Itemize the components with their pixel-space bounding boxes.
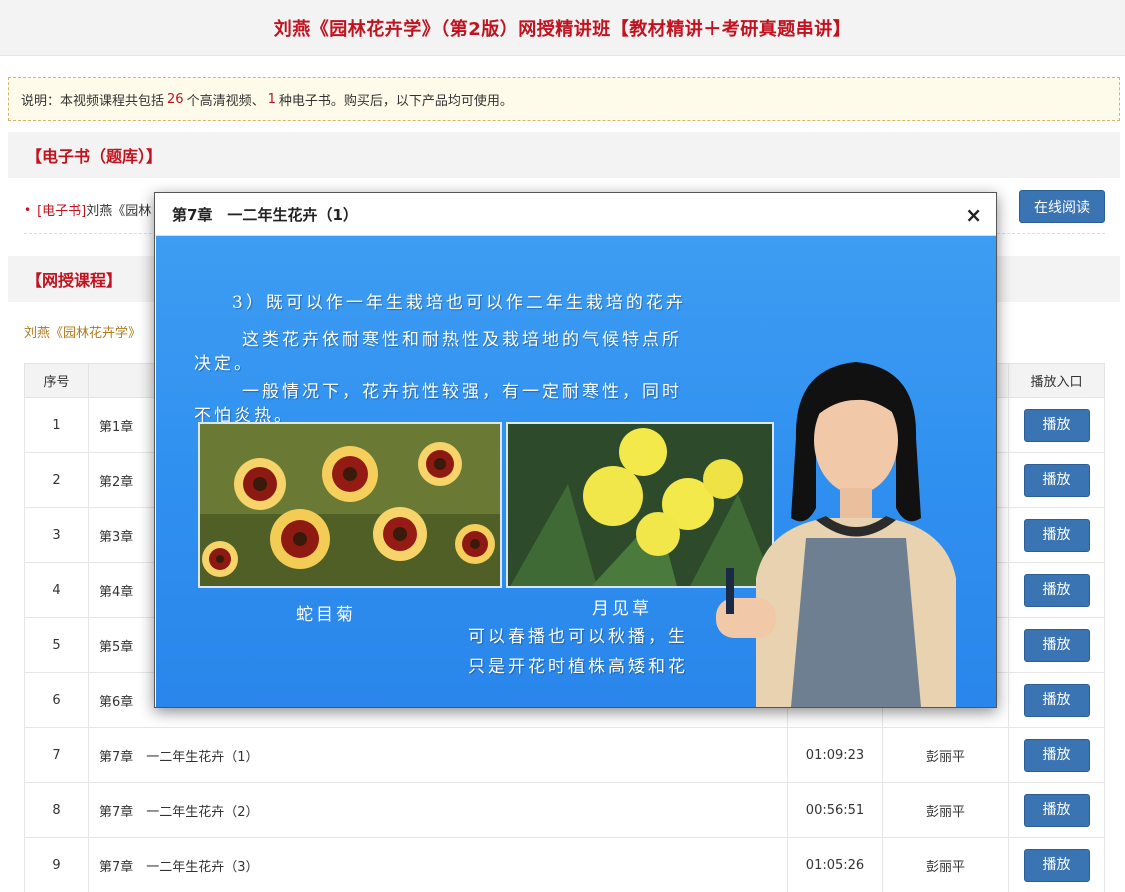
page-title: 刘燕《园林花卉学》（第2版）网授精讲班【教材精讲＋考研真题串讲】: [273, 18, 852, 40]
ebook-count: 1: [267, 91, 276, 107]
row-duration: 01:05:26: [787, 837, 883, 892]
slide-line-7: 只是开花时植株高矮和花: [468, 657, 688, 677]
row-duration: 01:09:23: [787, 727, 883, 783]
caption-left: 蛇目菊: [296, 605, 356, 625]
slide-line-6: 可以春播也可以秋播，生: [468, 627, 688, 647]
close-icon[interactable]: ×: [965, 203, 982, 227]
table-row: 8 第7章 一二年生花卉（2） 00:56:51 彭丽平 播放: [24, 782, 1105, 838]
read-online-button[interactable]: 在线阅读: [1019, 190, 1105, 223]
notice-box: 说明：本视频课程共包括 26 个高清视频、 1 种电子书。购买后，以下产品均可使…: [8, 77, 1120, 121]
row-teacher: 彭丽平: [882, 727, 1009, 783]
course-heading-text: 【网授课程】: [26, 271, 123, 290]
play-button[interactable]: 播放: [1023, 848, 1090, 882]
row-play-cell: 播放: [1008, 782, 1105, 838]
row-play-cell: 播放: [1008, 562, 1105, 618]
play-button[interactable]: 播放: [1023, 793, 1090, 827]
row-duration: 00:56:51: [787, 782, 883, 838]
row-play-cell: 播放: [1008, 837, 1105, 892]
row-num: 4: [24, 562, 89, 618]
row-num: 8: [24, 782, 89, 838]
presenter-figure: [716, 362, 956, 707]
row-num: 7: [24, 727, 89, 783]
row-play-cell: 播放: [1008, 507, 1105, 563]
row-num: 1: [24, 397, 89, 453]
play-button[interactable]: 播放: [1023, 408, 1090, 442]
row-num: 2: [24, 452, 89, 508]
coreopsis-image: [200, 424, 500, 586]
slide-line-2: 这类花卉依耐寒性和耐热性及栽培地的气候特点所: [242, 330, 682, 350]
row-play-cell: 播放: [1008, 452, 1105, 508]
slide-line-4: 一般情况下，花卉抗性较强，有一定耐寒性，同时: [242, 382, 682, 402]
row-teacher: 彭丽平: [882, 837, 1009, 892]
slide-line-3: 决定。: [194, 354, 254, 374]
play-button[interactable]: 播放: [1023, 738, 1090, 772]
play-button[interactable]: 播放: [1023, 463, 1090, 497]
ebook-section-heading: 【电子书（题库）】: [8, 132, 1120, 178]
row-num: 9: [24, 837, 89, 892]
header-play: 播放入口: [1008, 363, 1105, 398]
video-modal: 第7章 一二年生花卉（1） × 3）既可以作一年生栽培也可以作二年生栽培的花卉 …: [154, 192, 997, 708]
row-num: 3: [24, 507, 89, 563]
page-header: 刘燕《园林花卉学》（第2版）网授精讲班【教材精讲＋考研真题串讲】: [0, 0, 1125, 56]
photo-coreopsis: [198, 422, 502, 588]
ebook-name[interactable]: 刘燕《园林: [86, 200, 151, 219]
notice-prefix: 说明：本视频课程共包括: [21, 93, 165, 109]
row-num: 5: [24, 617, 89, 673]
row-title: 第7章 一二年生花卉（3）: [88, 837, 788, 892]
course-subtitle[interactable]: 刘燕《园林花卉学》: [24, 322, 141, 341]
modal-header: 第7章 一二年生花卉（1）: [155, 193, 996, 236]
slide-line-1: 3）既可以作一年生栽培也可以作二年生栽培的花卉: [232, 293, 686, 313]
row-play-cell: 播放: [1008, 727, 1105, 783]
row-title: 第7章 一二年生花卉（2）: [88, 782, 788, 838]
row-num: 6: [24, 672, 89, 728]
row-title: 第7章 一二年生花卉（1）: [88, 727, 788, 783]
ebook-heading-text: 【电子书（题库）】: [26, 147, 163, 166]
ebook-tag[interactable]: [电子书]: [37, 200, 86, 219]
table-row: 7 第7章 一二年生花卉（1） 01:09:23 彭丽平 播放: [24, 727, 1105, 783]
notice-suffix: 种电子书。购买后，以下产品均可使用。: [278, 93, 513, 109]
notice-mid: 个高清视频、: [186, 93, 265, 109]
play-button[interactable]: 播放: [1023, 628, 1090, 662]
row-play-cell: 播放: [1008, 672, 1105, 728]
play-button[interactable]: 播放: [1023, 573, 1090, 607]
row-play-cell: 播放: [1008, 617, 1105, 673]
row-play-cell: 播放: [1008, 397, 1105, 453]
header-num: 序号: [24, 363, 89, 398]
video-count: 26: [167, 91, 184, 107]
row-teacher: 彭丽平: [882, 782, 1009, 838]
table-row: 9 第7章 一二年生花卉（3） 01:05:26 彭丽平 播放: [24, 837, 1105, 892]
caption-right: 月见草: [592, 599, 652, 619]
bullet-icon: •: [24, 202, 32, 217]
modal-title: 第7章 一二年生花卉（1）: [172, 205, 358, 224]
play-button[interactable]: 播放: [1023, 518, 1090, 552]
video-player[interactable]: 3）既可以作一年生栽培也可以作二年生栽培的花卉 这类花卉依耐寒性和耐热性及栽培地…: [156, 236, 996, 707]
play-button[interactable]: 播放: [1023, 683, 1090, 717]
